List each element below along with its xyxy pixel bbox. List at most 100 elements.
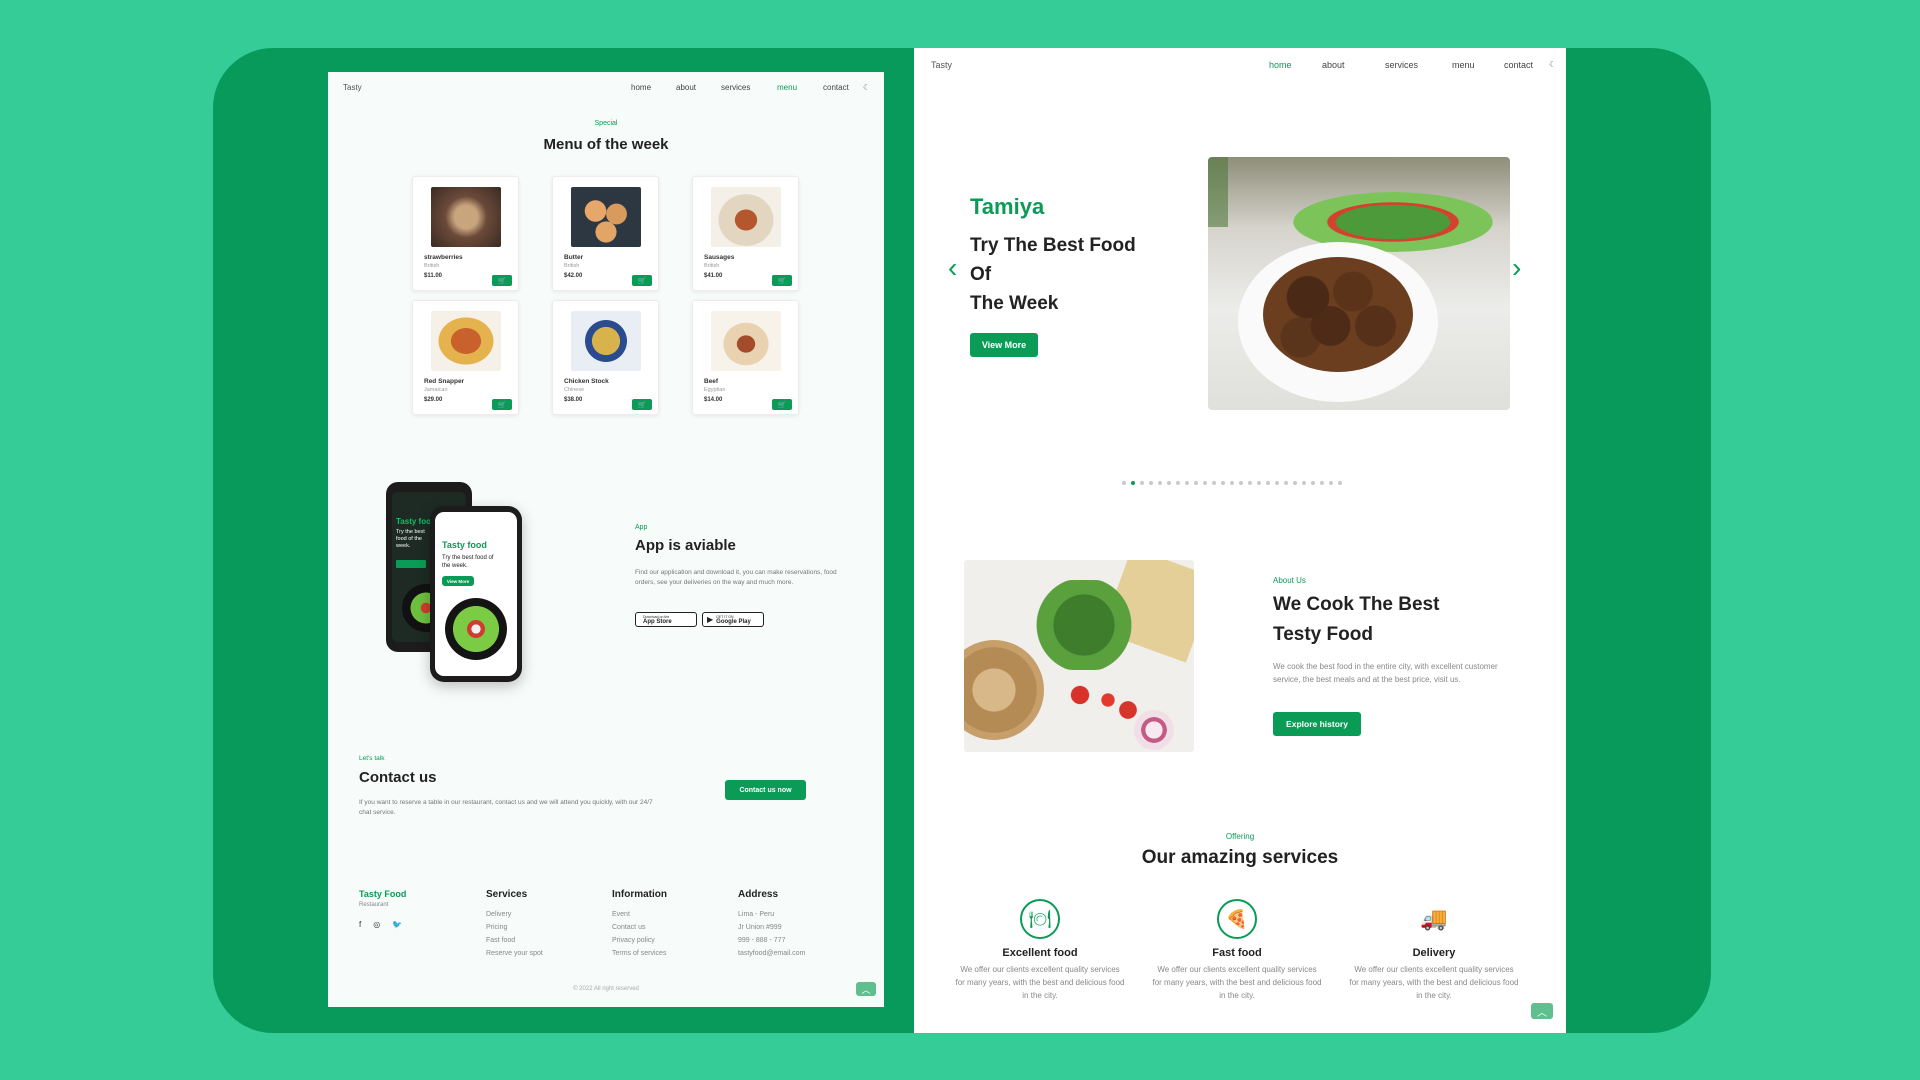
about-text: We cook the best food in the entire city… — [1273, 662, 1498, 684]
menu-card: strawberries British $11.00 🛒 — [412, 176, 519, 291]
slider-dot[interactable] — [1329, 481, 1333, 485]
nav-contact[interactable]: contact — [1504, 60, 1533, 70]
phone-front: Tasty food Try the best food of the week… — [430, 506, 522, 682]
nav-services[interactable]: services — [721, 83, 750, 92]
footer-link[interactable]: Fast food — [486, 934, 543, 947]
cart-icon[interactable]: 🛒 — [772, 399, 792, 410]
item-name: Sausages — [704, 254, 735, 261]
nav-contact[interactable]: contact — [823, 83, 849, 92]
item-origin: Jamaican — [424, 387, 448, 393]
hero-food-image — [1208, 157, 1510, 410]
explore-history-button[interactable]: Explore history — [1273, 712, 1361, 736]
slider-dot[interactable] — [1266, 481, 1270, 485]
slider-dot[interactable] — [1257, 481, 1261, 485]
slider-dots — [1122, 481, 1342, 485]
cart-icon[interactable]: 🛒 — [492, 399, 512, 410]
contact-title: Contact us — [359, 769, 437, 786]
slider-dot[interactable] — [1284, 481, 1288, 485]
dark-mode-icon[interactable]: ☾ — [863, 83, 870, 92]
address-line: 999 - 888 - 777 — [738, 937, 786, 944]
footer-brand: Tasty Food — [359, 889, 407, 899]
scroll-top-button[interactable]: ︿ — [1531, 1003, 1553, 1019]
footer-link[interactable]: Contact us — [612, 921, 667, 934]
about-food-image — [964, 560, 1194, 752]
footer-link[interactable]: Delivery — [486, 908, 543, 921]
slider-next-arrow[interactable]: › — [1512, 254, 1521, 282]
item-name: Beef — [704, 378, 719, 385]
footer-link[interactable]: Event — [612, 908, 667, 921]
scroll-top-button[interactable]: ︿ — [856, 982, 876, 996]
footer-link[interactable]: Reserve your spot — [486, 947, 543, 960]
play-icon: ▶ — [707, 615, 714, 624]
services-title: Our amazing services — [1141, 847, 1339, 868]
item-name: Red Snapper — [424, 378, 465, 385]
truck-icon: 🚚 — [1420, 906, 1448, 931]
service-title: Fast food — [1212, 947, 1262, 959]
cart-icon[interactable]: 🛒 — [772, 275, 792, 286]
pizza-icon: 🍕 — [1217, 899, 1257, 939]
cart-icon[interactable]: 🛒 — [632, 275, 652, 286]
slider-dot[interactable] — [1221, 481, 1225, 485]
google-play-badge[interactable]: ▶ GET IT ON Google Play — [702, 612, 764, 627]
slider-dot[interactable] — [1302, 481, 1306, 485]
about-kicker: About Us — [1273, 576, 1306, 585]
slider-dot[interactable] — [1122, 481, 1126, 485]
nav-menu[interactable]: menu — [777, 83, 797, 92]
footer-services-title: Services — [486, 889, 528, 900]
slider-dot[interactable] — [1185, 481, 1189, 485]
instagram-icon[interactable]: ◎ — [373, 920, 380, 929]
footer-link[interactable]: Terms of services — [612, 947, 667, 960]
brand-logo[interactable]: Tasty — [931, 60, 952, 70]
nav-home[interactable]: home — [1269, 60, 1292, 70]
nav-menu[interactable]: menu — [1452, 60, 1475, 70]
slider-dot[interactable] — [1149, 481, 1153, 485]
dark-mode-icon[interactable]: ☾ — [1549, 60, 1556, 69]
cart-icon[interactable]: 🛒 — [632, 399, 652, 410]
slider-dot[interactable] — [1320, 481, 1324, 485]
cart-icon[interactable]: 🛒 — [492, 275, 512, 286]
service-text: We offer our clients excellent quality s… — [1349, 965, 1519, 1000]
brand-logo[interactable]: Tasty — [343, 83, 362, 92]
slider-dot[interactable] — [1176, 481, 1180, 485]
footer-link[interactable]: Privacy policy — [612, 934, 667, 947]
slider-dot[interactable] — [1131, 481, 1135, 485]
appstore-label: App Store — [643, 618, 672, 625]
services-kicker: Offering — [1225, 832, 1255, 841]
service-text: We offer our clients excellent quality s… — [1152, 965, 1322, 1000]
slider-dot[interactable] — [1248, 481, 1252, 485]
nav-home[interactable]: home — [631, 83, 651, 92]
slider-dot[interactable] — [1140, 481, 1144, 485]
slider-dot[interactable] — [1167, 481, 1171, 485]
slider-dot[interactable] — [1239, 481, 1243, 485]
app-title: App is aviable — [635, 537, 736, 554]
twitter-icon[interactable]: 🐦 — [392, 920, 402, 929]
nav-services[interactable]: services — [1385, 60, 1418, 70]
food-image — [431, 187, 501, 247]
nav-about[interactable]: about — [1322, 60, 1345, 70]
address-line: Jr Union #999 — [738, 924, 782, 931]
slider-dot[interactable] — [1212, 481, 1216, 485]
slider-dot[interactable] — [1194, 481, 1198, 485]
slider-prev-arrow[interactable]: ‹ — [948, 254, 957, 282]
contact-us-button[interactable]: Contact us now — [725, 780, 806, 800]
address-line: Lima - Peru — [738, 911, 775, 918]
slider-dot[interactable] — [1203, 481, 1207, 485]
slider-dot[interactable] — [1311, 481, 1315, 485]
slider-dot[interactable] — [1338, 481, 1342, 485]
view-more-button[interactable]: View More — [970, 333, 1038, 357]
hero-title-line3: The Week — [970, 293, 1059, 314]
item-price: $14.00 — [704, 397, 723, 403]
service-excellent-food: 🍽 Excellent food We offer our clients ex… — [955, 899, 1125, 1002]
nav-about[interactable]: about — [676, 83, 696, 92]
right-navbar: Tasty home about services menu contact ☾ — [914, 48, 1566, 82]
slider-dot[interactable] — [1230, 481, 1234, 485]
service-title: Excellent food — [1002, 947, 1078, 959]
app-store-badge[interactable]: Download on the App Store — [635, 612, 697, 627]
item-price: $29.00 — [424, 397, 443, 403]
slider-dot[interactable] — [1293, 481, 1297, 485]
footer-link[interactable]: Pricing — [486, 921, 543, 934]
slider-dot[interactable] — [1275, 481, 1279, 485]
address-line: tastyfood@email.com — [738, 950, 806, 957]
slider-dot[interactable] — [1158, 481, 1162, 485]
facebook-icon[interactable]: f — [359, 920, 361, 929]
